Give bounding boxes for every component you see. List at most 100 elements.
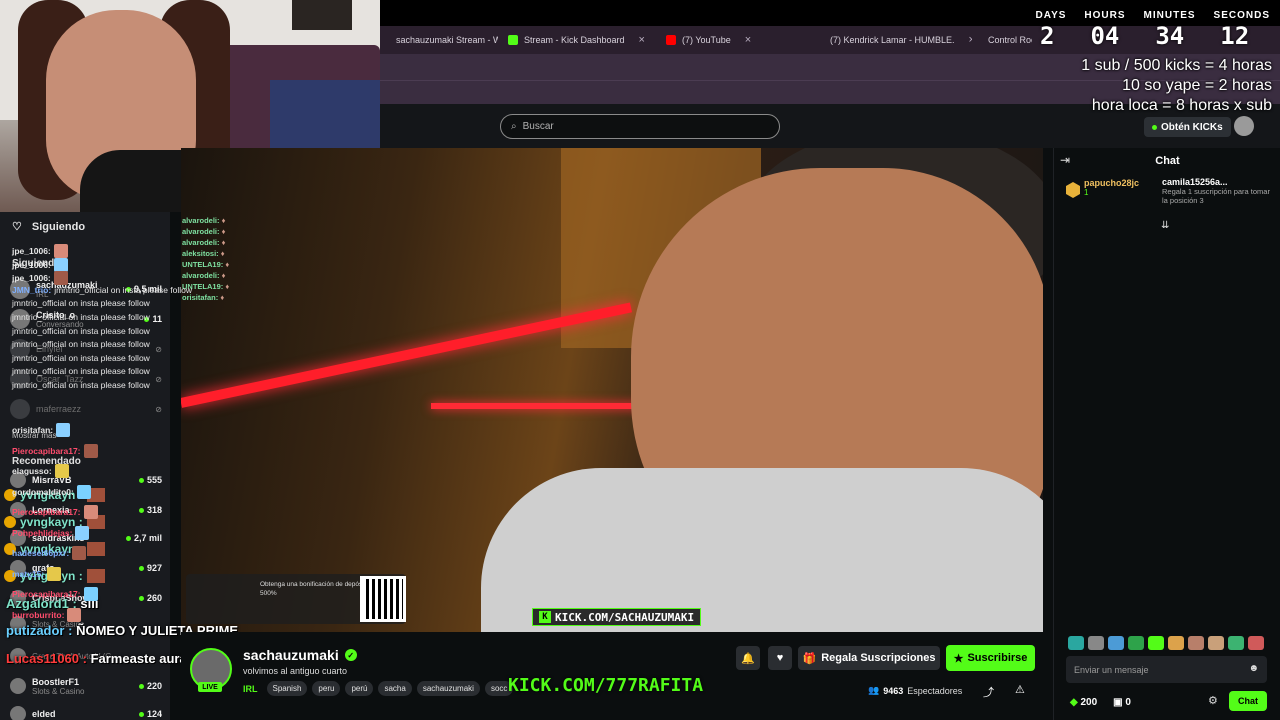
send-chat-button[interactable]: Chat: [1229, 691, 1267, 711]
stream-tag[interactable]: perú: [345, 681, 374, 696]
gift-subs-button[interactable]: 🎁 Regala Suscripciones: [798, 646, 940, 670]
emote-icon[interactable]: [1088, 636, 1104, 650]
live-dot-icon: [138, 595, 144, 601]
chat-username[interactable]: gordomaldito0:: [12, 487, 74, 497]
tab-close-icon[interactable]: ×: [745, 34, 751, 46]
kick-logo-icon: K: [539, 611, 551, 623]
chat-username[interactable]: Pierocapibara17:: [12, 507, 81, 517]
emote-icon[interactable]: [1248, 636, 1264, 650]
emote-icon[interactable]: [1168, 636, 1184, 650]
report-icon[interactable]: ⚠: [1015, 683, 1025, 696]
stream-tag[interactable]: sachauzumaki: [416, 681, 480, 696]
chat-message-text: jmntrio_official on insta please follow: [12, 352, 150, 363]
user-avatar[interactable]: [1234, 116, 1254, 136]
gift-position-text: Regala 1 suscripción para tomar la posic…: [1162, 187, 1270, 205]
stream-title: volvimos al antiguo cuarto: [243, 666, 348, 676]
emote-icon: [47, 566, 62, 581]
gift-position-card[interactable]: camila15256a... Regala 1 suscripción par…: [1162, 178, 1276, 224]
chat-settings-gear-icon[interactable]: ⚙: [1208, 694, 1218, 707]
kicks-icon: ◆: [1070, 696, 1078, 708]
video-chat-line: alvarodeli: ♦: [182, 215, 312, 226]
notification-bell-button[interactable]: 🔔: [736, 646, 760, 670]
channel-name: BoostlerF1: [32, 676, 80, 687]
chat-username[interactable]: JMN_trio:: [12, 285, 51, 295]
emote-icon: ♦: [221, 271, 226, 280]
stream-tag[interactable]: peru: [312, 681, 341, 696]
chat-username[interactable]: jpe_1006:: [12, 273, 51, 283]
browser-tab[interactable]: sachauzumaki Stream - Wa ×: [380, 26, 498, 54]
countdown-values: 2 04 34 12: [1040, 22, 1249, 50]
sidebar-recommended-item[interactable]: BoostlerF1 Slots & Casino 220: [10, 674, 162, 698]
emote-icon: ♦: [221, 216, 226, 225]
browser-tab[interactable]: (7) Kendrick Lamar - HUMBLE. ×: [814, 26, 972, 54]
countdown-hours: 04: [1090, 22, 1120, 50]
scroll-to-bottom-icon[interactable]: ⇊: [1161, 220, 1169, 231]
chat-message-text: jmntrio_official on insta please follow: [12, 325, 150, 336]
chat-username[interactable]: orisitafan:: [12, 425, 53, 435]
chat-username[interactable]: elagusso:: [12, 466, 52, 476]
chat-message: jmntrio_official on insta please follow: [12, 298, 150, 308]
sidebar-recommended-item[interactable]: elded 124: [10, 702, 162, 720]
viewer-count: 927: [138, 563, 162, 573]
chat-username[interactable]: Pierocapibara17:: [12, 589, 81, 599]
emote-icon: ♦: [225, 282, 230, 291]
emote-icon: [83, 505, 98, 519]
chat-username[interactable]: matx15:: [12, 569, 44, 579]
get-kicks-button[interactable]: Obtén KICKs: [1144, 117, 1231, 137]
chat-username[interactable]: Pohpehlidejas:: [12, 528, 72, 538]
browser-tab[interactable]: Stream - Kick Dashboard ×: [498, 26, 656, 54]
emote-icon: [83, 443, 98, 458]
chat-username[interactable]: Pierocapibara17:: [12, 446, 81, 456]
chat-message: Pierocapibara17:: [12, 443, 98, 458]
chat-username[interactable]: hadesel66pxr:: [12, 548, 69, 558]
kicks-balance[interactable]: ◆ 200: [1070, 697, 1097, 708]
emote-icon[interactable]: [1068, 636, 1084, 650]
gifter-rank-icon: [1066, 182, 1080, 198]
tab-label: Stream - Kick Dashboard: [524, 35, 625, 45]
channel-avatar: [10, 678, 26, 694]
streamer-name[interactable]: sachauzumaki ✓: [243, 647, 357, 663]
countdown-days-label: DAYS: [1035, 10, 1067, 21]
viewer-count-value: 2,7 mil: [133, 533, 162, 543]
emote-icon[interactable]: [1148, 636, 1164, 650]
chat-username[interactable]: jpe_1006:: [12, 260, 51, 270]
subscribe-button[interactable]: ★ Suscribirse: [946, 645, 1035, 671]
pinned-gifters: papucho28jc 1 camila15256a... Regala 1 s…: [1066, 178, 1276, 224]
browser-tab[interactable]: Control Roo: [972, 26, 1032, 54]
channel-points[interactable]: ▣ 0: [1113, 697, 1131, 708]
verified-icon: ✓: [344, 649, 357, 661]
live-dot-icon: [125, 535, 131, 541]
follow-button[interactable]: ♥: [768, 646, 792, 670]
chat-message: JMN_trio: jmntrio_official on insta pleas…: [12, 285, 192, 295]
chat-username[interactable]: burroburrito:: [12, 610, 64, 620]
top-gifter-name: papucho28jc: [1084, 178, 1140, 188]
chat-message-input[interactable]: Enviar un mensaje ☻: [1066, 656, 1267, 683]
stream-category[interactable]: IRL: [243, 684, 258, 694]
tab-close-icon[interactable]: ×: [639, 34, 645, 46]
chat-username[interactable]: jpe_1006:: [12, 246, 51, 256]
viewer-count-value: 555: [146, 475, 162, 485]
countdown-seconds-label: SECONDS: [1213, 10, 1270, 21]
emote-icon[interactable]: [1108, 636, 1124, 650]
chat-message: matx15:: [12, 566, 62, 581]
emoji-icon[interactable]: ☻: [1248, 663, 1259, 674]
stream-tag[interactable]: Spanish: [266, 681, 308, 696]
share-icon[interactable]: ⤴: [983, 684, 994, 700]
emote-icon[interactable]: [1188, 636, 1204, 650]
video-chat-line: alvarodeli: ♦: [182, 270, 312, 281]
emote-icon[interactable]: [1128, 636, 1144, 650]
channel-avatar: [10, 399, 30, 419]
sidebar-following-item[interactable]: maferraezz ⊘: [10, 396, 162, 422]
top-gifter[interactable]: papucho28jc 1: [1066, 178, 1156, 224]
webcam-picture-frame: [292, 0, 352, 30]
subathon-rules-overlay: 1 sub / 500 kicks = 4 horas 10 so yape = …: [1081, 56, 1272, 116]
browser-tab[interactable]: (7) YouTube ×: [656, 26, 814, 54]
offline-icon: ⊘: [155, 344, 162, 354]
following-header[interactable]: ♡ Siguiendo: [12, 220, 85, 234]
emote-icon[interactable]: [1228, 636, 1244, 650]
emote-icon[interactable]: [1208, 636, 1224, 650]
chat-panel: ⇥ Chat papucho28jc 1 camila15256a... Reg…: [1053, 148, 1280, 720]
search-input[interactable]: ⌕ Buscar: [500, 114, 780, 139]
heart-icon: ♥: [776, 652, 784, 664]
stream-tag[interactable]: sacha: [378, 681, 412, 696]
